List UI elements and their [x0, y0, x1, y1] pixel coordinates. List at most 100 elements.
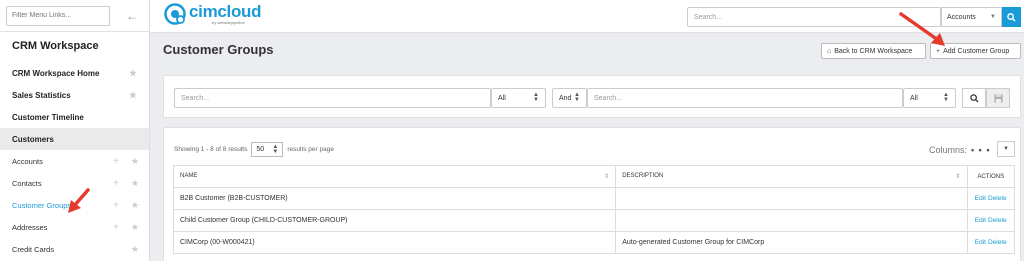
more-dots-icon[interactable]: • • •: [971, 145, 990, 155]
per-page-value: 50: [256, 146, 265, 153]
home-icon: ⌂: [827, 47, 832, 55]
plus-icon[interactable]: +: [113, 156, 119, 167]
plus-icon[interactable]: +: [113, 178, 119, 189]
results-panel: Showing 1 - 8 of 8 results 50 ▲ ▼ results…: [163, 127, 1021, 261]
star-icon[interactable]: ★: [131, 200, 139, 211]
cell-actions: Edit Delete: [966, 231, 1016, 254]
search-field-select-2[interactable]: All ▲ ▼: [903, 88, 956, 108]
sidebar-subitem-label: Accounts: [12, 156, 43, 166]
star-icon[interactable]: ★: [129, 68, 137, 79]
cell-description: [615, 187, 968, 210]
sidebar: ← CRM Workspace CRM Workspace Home ★ Sal…: [0, 0, 150, 261]
cloud-logo-icon: [164, 3, 186, 25]
table-row: B2B Customer (B2B-CUSTOMER) Edit Delete: [172, 187, 1016, 210]
star-icon[interactable]: ★: [129, 90, 137, 101]
star-icon[interactable]: ★: [131, 156, 139, 167]
search-icon: [969, 93, 979, 103]
sidebar-item-sales-statistics[interactable]: Sales Statistics ★: [0, 84, 149, 106]
sidebar-item-crm-workspace-home[interactable]: CRM Workspace Home ★: [0, 62, 149, 84]
annotation-arrow-icon: [899, 12, 945, 46]
sidebar-subitem-credit-cards[interactable]: Credit Cards ★: [0, 238, 149, 260]
sidebar-subitem-label: Addresses: [12, 222, 48, 232]
cell-name: CIMCorp (00-W000421): [172, 231, 617, 254]
header-label: ACTIONS: [977, 173, 1005, 180]
search-field-select-1[interactable]: All ▲ ▼: [491, 88, 546, 108]
plus-icon[interactable]: +: [113, 222, 119, 233]
star-icon[interactable]: ★: [131, 244, 139, 255]
table-header-row: NAME ⇕ DESCRIPTION ⇕ ACTIONS: [172, 165, 1016, 188]
delete-link[interactable]: Delete: [988, 195, 1007, 202]
select-value: All: [498, 94, 506, 102]
arrow-left-icon[interactable]: ←: [126, 9, 138, 23]
logo-subtext: by websitepipeline: [212, 20, 245, 25]
cell-description: [615, 209, 968, 232]
table-row: CIMCorp (00-W000421) Auto-generated Cust…: [172, 231, 1016, 254]
column-header-name[interactable]: NAME ⇕: [172, 165, 617, 188]
select-value: All: [910, 94, 918, 102]
header-label: DESCRIPTION: [622, 173, 664, 179]
search-icon: [1007, 12, 1016, 22]
sidebar-item-label: Sales Statistics: [12, 90, 71, 100]
sidebar-subitem-accounts[interactable]: Accounts + ★: [0, 150, 149, 172]
delete-link[interactable]: Delete: [988, 217, 1007, 224]
annotation-arrow-icon: [68, 188, 90, 213]
chevron-down-icon: ▼: [1003, 146, 1009, 152]
column-header-actions: ACTIONS: [966, 165, 1016, 188]
column-header-description[interactable]: DESCRIPTION ⇕: [615, 165, 968, 188]
header-label: NAME: [180, 173, 198, 179]
search-panel: Search... All ▲ ▼ And ▲ ▼ Search... All ▲ ▼: [163, 75, 1021, 118]
per-page-suffix: results per page: [287, 146, 334, 153]
per-page-select[interactable]: 50 ▲ ▼: [251, 142, 284, 157]
sidebar-item-customers[interactable]: Customers: [0, 128, 149, 150]
sort-icon[interactable]: ⇕: [604, 173, 609, 180]
page-title: Customer Groups: [163, 42, 274, 57]
add-button-label: Add Customer Group: [943, 47, 1010, 55]
search-input-2[interactable]: Search...: [587, 88, 903, 108]
sidebar-item-label: Customers: [12, 134, 54, 144]
cell-name: Child Customer Group (CHILD-CUSTOMER-GRO…: [172, 209, 617, 232]
sidebar-subitem-addresses[interactable]: Addresses + ★: [0, 216, 149, 238]
cell-actions: Edit Delete: [966, 209, 1016, 232]
logo-text: cimcloud: [189, 2, 262, 21]
sidebar-subitem-label: Credit Cards: [12, 244, 55, 254]
search-placeholder: Search...: [594, 94, 623, 102]
star-icon[interactable]: ★: [131, 222, 139, 233]
sidebar-item-customer-timeline[interactable]: Customer Timeline: [0, 106, 149, 128]
edit-link[interactable]: Edit: [975, 239, 986, 246]
sidebar-subitem-label: Contacts: [12, 178, 42, 188]
plus-icon[interactable]: +: [113, 200, 119, 211]
cell-name: B2B Customer (B2B-CUSTOMER): [172, 187, 617, 210]
columns-label: Columns:: [929, 145, 968, 155]
sort-updown-icon: ▲ ▼: [943, 92, 949, 103]
edit-link[interactable]: Edit: [975, 217, 986, 224]
cell-actions: Edit Delete: [966, 187, 1016, 210]
customer-groups-table: NAME ⇕ DESCRIPTION ⇕ ACTIONS B2B Customer …: [172, 165, 1016, 254]
columns-dropdown-button[interactable]: ▼: [997, 141, 1015, 157]
save-search-button[interactable]: [986, 88, 1010, 108]
sort-updown-icon: ▲ ▼: [574, 92, 580, 103]
sort-icon[interactable]: ⇕: [956, 173, 961, 180]
edit-link[interactable]: Edit: [975, 195, 986, 202]
search-submit-button[interactable]: [962, 88, 986, 108]
delete-link[interactable]: Delete: [988, 239, 1007, 246]
search-input-1[interactable]: Search...: [174, 88, 491, 108]
sidebar-item-label: Customer Timeline: [12, 112, 84, 122]
sidebar-filter-row: ←: [0, 0, 149, 32]
cell-description: Auto-generated Customer Group for CIMCor…: [615, 231, 968, 254]
search-join-select[interactable]: And ▲ ▼: [552, 88, 587, 108]
sort-updown-icon: ▲ ▼: [533, 92, 539, 103]
global-search-button[interactable]: [1002, 7, 1021, 27]
results-count-text: Showing 1 - 8 of 8 results: [174, 146, 248, 153]
filter-menu-links-input[interactable]: [6, 5, 110, 26]
save-icon: [993, 93, 1003, 103]
select-value: And: [559, 94, 572, 102]
sidebar-item-label: CRM Workspace Home: [12, 68, 100, 78]
sort-updown-icon: ▲ ▼: [272, 143, 279, 155]
star-icon[interactable]: ★: [131, 178, 139, 189]
results-summary: Showing 1 - 8 of 8 results 50 ▲ ▼ results…: [174, 142, 334, 157]
chevron-down-icon: ▼: [990, 14, 996, 20]
global-search-placeholder: Search...: [694, 13, 723, 21]
search-placeholder: Search...: [181, 94, 210, 102]
sidebar-title: CRM Workspace: [12, 40, 99, 52]
columns-control[interactable]: Columns: • • •: [929, 145, 990, 155]
